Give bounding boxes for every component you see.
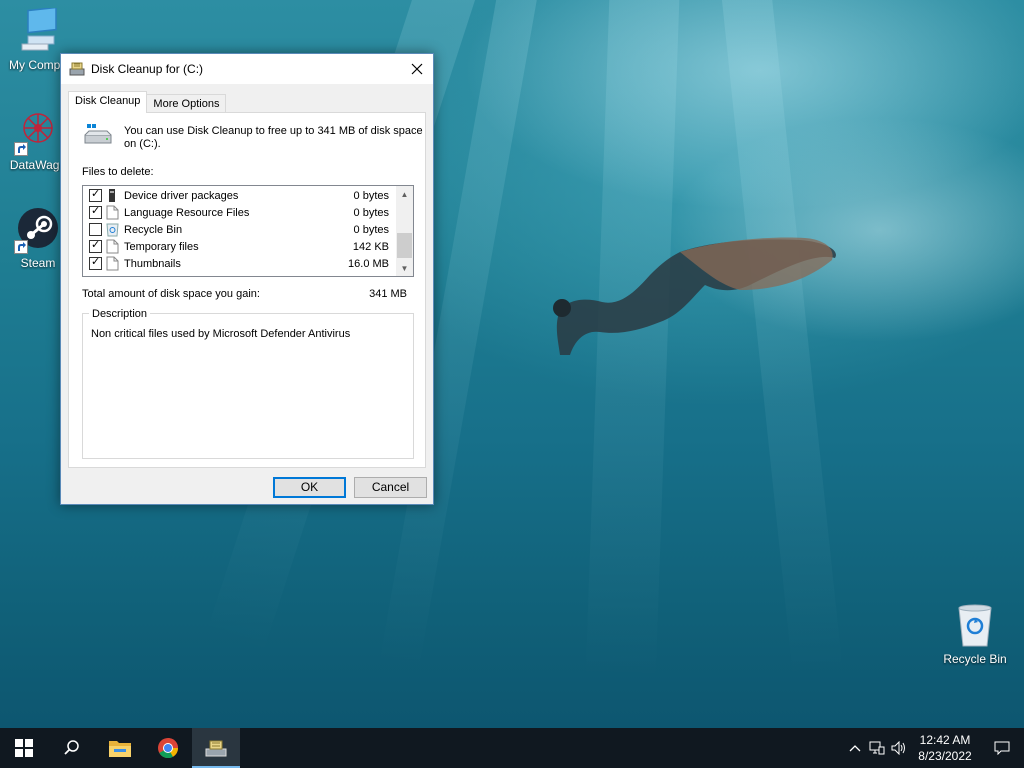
recycle-bin-icon — [106, 222, 119, 237]
disk-cleanup-icon — [205, 740, 227, 757]
network-icon — [869, 741, 885, 755]
search-icon — [64, 740, 79, 755]
clock[interactable]: 12:42 AM 8/23/2022 — [910, 732, 980, 764]
ok-button[interactable]: OK — [273, 477, 346, 498]
taskbar: 12:42 AM 8/23/2022 — [0, 728, 1024, 768]
desktop-icon-label: DataWago — [9, 158, 67, 172]
file-row[interactable]: ✓ Device driver packages 0 bytes — [83, 187, 397, 204]
volume-icon — [891, 741, 905, 755]
cancel-button[interactable]: Cancel — [354, 477, 427, 498]
file-icon — [106, 205, 119, 220]
tab-more-options[interactable]: More Options — [146, 94, 227, 113]
description-group: Description Non critical files used by M… — [82, 308, 414, 459]
diver-image — [553, 237, 836, 355]
notification-icon — [994, 741, 1010, 755]
steam-icon — [14, 206, 62, 254]
file-checkbox[interactable]: ✓ — [89, 188, 102, 202]
disk-cleanup-icon — [69, 62, 85, 76]
file-checkbox[interactable]: ✓ — [89, 239, 102, 253]
files-to-delete-label: Files to delete: — [82, 166, 154, 178]
file-name: Thumbnails — [124, 257, 181, 270]
chevron-up-icon: ▲ — [400, 189, 409, 199]
chrome-button[interactable] — [144, 728, 192, 768]
datawagon-icon — [14, 108, 62, 156]
file-explorer-button[interactable] — [96, 728, 144, 768]
file-icon — [106, 256, 119, 271]
tab-disk-cleanup[interactable]: Disk Cleanup — [68, 91, 148, 113]
checkmark-icon: ✓ — [91, 205, 101, 217]
scroll-down-button[interactable]: ▼ — [396, 260, 413, 276]
checkmark-icon: ✓ — [91, 239, 101, 251]
recycle-bin-icon — [951, 602, 999, 650]
tab-strip: Disk Cleanup More Options — [68, 91, 227, 113]
search-button[interactable] — [48, 728, 96, 768]
scroll-thumb[interactable] — [397, 233, 412, 258]
dialog-title: Disk Cleanup for (C:) — [91, 62, 204, 76]
intro-text: You can use Disk Cleanup to free up to 3… — [124, 125, 423, 150]
total-space-label: Total amount of disk space you gain: — [82, 288, 260, 300]
file-row[interactable]: ✓ Thumbnails 16.0 MB — [83, 255, 397, 272]
description-text: Non critical files used by Microsoft Def… — [91, 328, 351, 340]
list-scrollbar[interactable]: ▲ ▼ — [396, 186, 413, 276]
drive-icon — [84, 124, 112, 144]
file-row[interactable]: ✓ Language Resource Files 0 bytes — [83, 204, 397, 221]
file-icon — [106, 239, 119, 254]
network-button[interactable] — [866, 741, 888, 755]
file-row[interactable]: Recycle Bin 0 bytes — [83, 221, 397, 238]
file-explorer-icon — [109, 741, 131, 757]
show-hidden-icons-button[interactable] — [844, 744, 866, 752]
chevron-down-icon: ▼ — [400, 263, 409, 273]
file-name: Device driver packages — [124, 189, 239, 202]
desktop-icon-label: Steam — [20, 256, 56, 270]
volume-button[interactable] — [888, 741, 910, 755]
file-size: 0 bytes — [353, 223, 389, 236]
close-button[interactable] — [401, 54, 433, 84]
start-button[interactable] — [0, 728, 48, 768]
close-icon — [411, 63, 423, 75]
start-icon — [15, 739, 33, 757]
total-space-value: 341 MB — [369, 288, 407, 300]
dialog-titlebar[interactable]: Disk Cleanup for (C:) — [61, 54, 433, 84]
scroll-up-button[interactable]: ▲ — [396, 186, 413, 202]
tab-panel: You can use Disk Cleanup to free up to 3… — [68, 112, 426, 468]
files-list[interactable]: ✓ Device driver packages 0 bytes ✓ Language … — [82, 185, 414, 277]
shortcut-arrow-icon — [14, 240, 28, 254]
clock-date: 8/23/2022 — [918, 749, 972, 763]
desktop-icon-recycle-bin[interactable]: Recycle Bin — [936, 602, 1014, 666]
file-size: 142 KB — [352, 240, 389, 253]
file-checkbox[interactable]: ✓ — [89, 256, 102, 270]
system-tray: 12:42 AM 8/23/2022 — [844, 728, 1024, 768]
desktop-icon-label: My Compu — [8, 58, 67, 72]
driver-icon — [106, 188, 119, 203]
computer-icon — [14, 8, 62, 56]
disk-cleanup-dialog: Disk Cleanup for (C:) Disk Cleanup More … — [60, 53, 434, 505]
file-size: 16.0 MB — [348, 257, 389, 270]
file-name: Temporary files — [124, 240, 199, 253]
file-checkbox[interactable] — [89, 223, 102, 236]
file-name: Recycle Bin — [124, 223, 183, 236]
notifications-button[interactable] — [980, 741, 1024, 755]
file-size: 0 bytes — [353, 206, 389, 219]
desktop-icon-label: Recycle Bin — [943, 652, 1007, 666]
file-checkbox[interactable]: ✓ — [89, 205, 102, 219]
chrome-icon — [158, 738, 179, 759]
clock-time: 12:42 AM — [919, 733, 971, 747]
shortcut-arrow-icon — [14, 142, 28, 156]
chevron-up-icon — [849, 745, 861, 752]
disk-cleanup-taskbar-button[interactable] — [192, 728, 240, 768]
checkmark-icon: ✓ — [91, 188, 101, 200]
file-row[interactable]: ✓ Temporary files 142 KB — [83, 238, 397, 255]
description-label: Description — [89, 308, 151, 320]
file-size: 0 bytes — [353, 189, 389, 202]
file-name: Language Resource Files — [124, 206, 250, 219]
checkmark-icon: ✓ — [91, 256, 101, 268]
